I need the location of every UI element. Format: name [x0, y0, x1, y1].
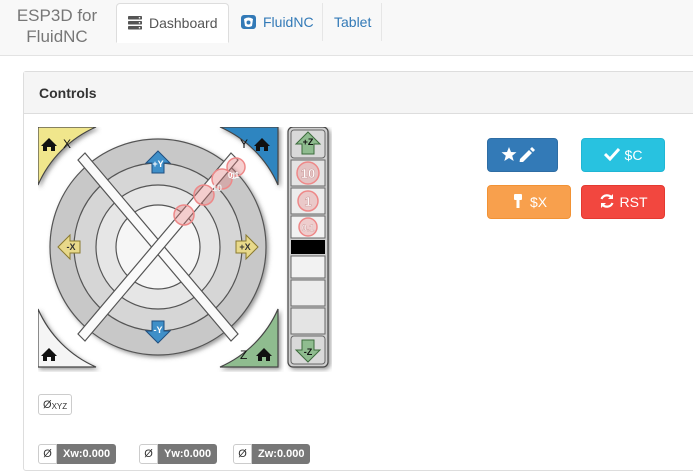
- plus-y-label: +Y: [152, 159, 163, 169]
- z-step-0.1-button[interactable]: 0.1: [290, 215, 326, 239]
- home-z-label: Z: [240, 348, 247, 362]
- axis-y-row: Ø Yw:0.000: [139, 444, 218, 464]
- zero-z-button[interactable]: Ø: [233, 444, 252, 464]
- navbar: ESP3D for FluidNC Dashboard FluidNC Tabl…: [0, 0, 693, 56]
- axis-x-value: Xw:0.000: [57, 444, 117, 464]
- z-step-minus-1-button[interactable]: [290, 279, 326, 307]
- brand[interactable]: ESP3D for FluidNC: [4, 5, 110, 47]
- reset-button[interactable]: RST: [581, 185, 665, 219]
- zero-y-button[interactable]: Ø: [139, 444, 158, 464]
- axis-y-value: Yw:0.000: [158, 444, 218, 464]
- z-step-0.1-label: 0.1: [302, 223, 315, 233]
- jog-minus-z-button[interactable]: -Z: [290, 335, 326, 365]
- z-step-minus-10-button[interactable]: [290, 307, 326, 335]
- zero-x-button[interactable]: Ø: [38, 444, 57, 464]
- zero-xyz-sub: XYZ: [51, 402, 68, 411]
- tab-dashboard[interactable]: Dashboard: [116, 3, 229, 43]
- tab-dashboard-label: Dashboard: [149, 15, 218, 31]
- z-step-1-button[interactable]: 1: [290, 187, 326, 215]
- minus-z-label: -Z: [304, 347, 313, 357]
- z-step-minus-0.1-button[interactable]: [290, 255, 326, 279]
- zero-symbol: Ø: [43, 398, 52, 411]
- unlock-button[interactable]: $X: [487, 185, 571, 219]
- plus-x-label: +X: [239, 242, 250, 252]
- z-step-10-label: 10: [301, 166, 315, 181]
- server-icon: [127, 16, 143, 30]
- tab-tablet-label: Tablet: [334, 14, 372, 30]
- z-step-1-label: 1: [304, 194, 311, 209]
- ring-step-10: 10: [212, 183, 222, 193]
- check-icon: [603, 147, 625, 164]
- macro-button[interactable]: [487, 138, 558, 172]
- tab-separator: [322, 3, 323, 41]
- axis-z-value: Zw:0.000: [252, 444, 311, 464]
- star-edit-icon: [501, 146, 544, 165]
- plus-z-label: +Z: [303, 137, 314, 147]
- axis-x-row: Ø Xw:0.000: [38, 444, 117, 464]
- minus-y-label: -Y: [154, 325, 163, 335]
- ring-step-0.1: 0.1: [228, 171, 240, 180]
- fluidnc-icon: [240, 14, 257, 30]
- brand-line-2: FluidNC: [26, 27, 88, 46]
- z-center: [291, 240, 325, 254]
- refresh-icon: [599, 193, 620, 212]
- tab-fluidnc-label: FluidNC: [263, 14, 314, 30]
- tab-tablet[interactable]: Tablet: [324, 3, 381, 41]
- reset-label: RST: [619, 194, 648, 210]
- home-x-label: X: [63, 137, 71, 151]
- unlock-label: $X: [529, 194, 548, 210]
- zero-xyz-button[interactable]: Ø XYZ: [38, 394, 73, 415]
- check-mode-button[interactable]: $C: [581, 138, 665, 172]
- wrench-icon: [511, 193, 530, 212]
- panel-title: Controls: [24, 72, 693, 114]
- jog-plus-z-button[interactable]: +Z: [290, 129, 326, 159]
- axis-z-row: Ø Zw:0.000: [233, 444, 311, 464]
- minus-x-label: -X: [67, 242, 76, 252]
- check-mode-label: $C: [624, 147, 643, 163]
- brand-line-1: ESP3D for: [16, 6, 98, 25]
- tab-separator: [381, 3, 382, 41]
- z-step-10-button[interactable]: 10: [290, 159, 326, 187]
- jog-control: X Y Z 10 1 0.1 +Y -Y -X +X +Z 10 1 0.1 -…: [38, 127, 329, 368]
- tab-fluidnc[interactable]: FluidNC: [230, 3, 324, 41]
- home-y-label: Y: [240, 137, 248, 151]
